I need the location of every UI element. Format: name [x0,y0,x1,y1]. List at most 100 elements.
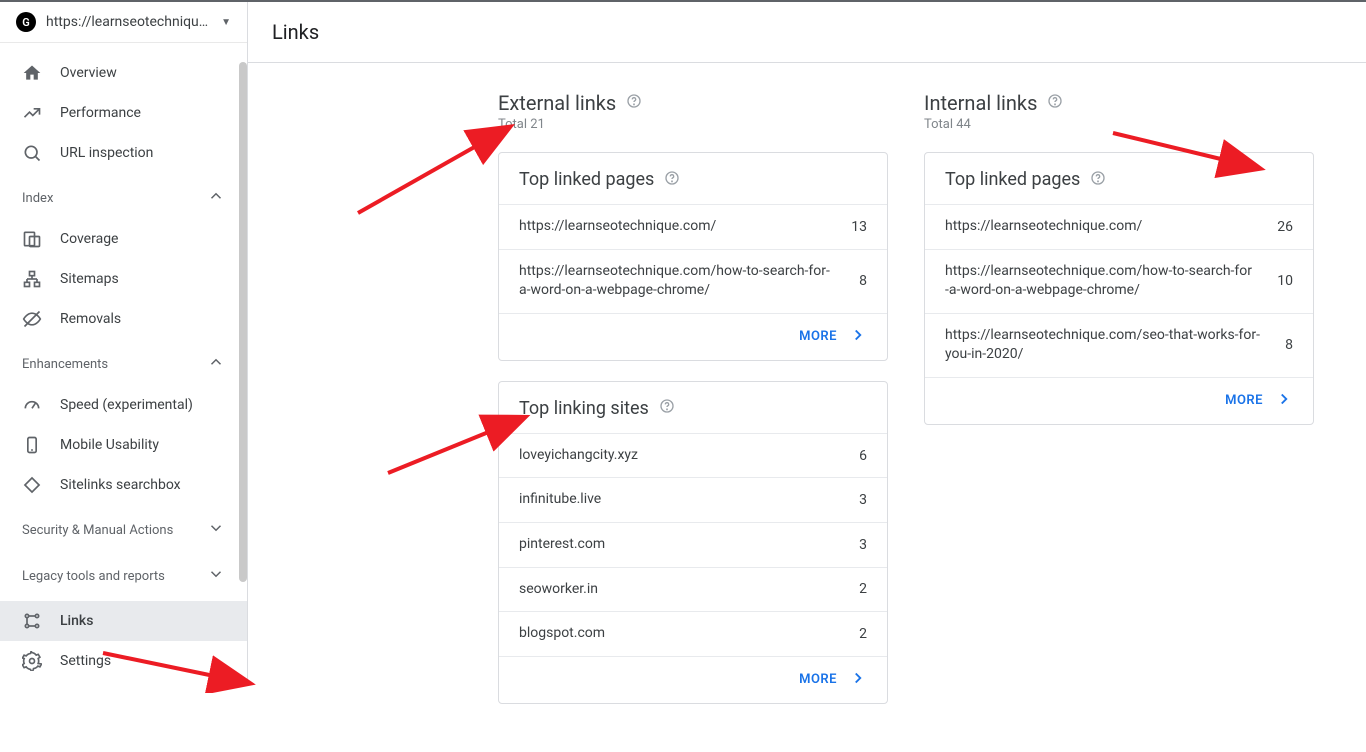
table-row[interactable]: https://learnseotechnique.com/how-to-sea… [925,249,1313,313]
url-cell: https://learnseotechnique.com/how-to-sea… [519,262,835,301]
main-area: Links External links Total 21 Top linked… [248,2,1366,681]
help-icon[interactable] [1047,93,1063,113]
table-row[interactable]: https://learnseotechnique.com/ 26 [925,204,1313,249]
sidebar-section-security[interactable]: Security & Manual Actions [0,505,247,551]
table-row[interactable]: blogspot.com 2 [499,611,887,656]
count-cell: 2 [859,581,867,597]
sitemap-icon [22,269,42,289]
section-label: Enhancements [22,357,108,372]
help-icon[interactable] [626,93,642,113]
site-cell: loveyichangcity.xyz [519,446,835,466]
card-title: Top linked pages [945,169,1080,190]
card-title: Top linking sites [519,398,649,419]
sidebar-item-links[interactable]: Links [0,601,247,641]
external-top-pages-card: Top linked pages https://learnseotechniq… [498,152,888,361]
page-title: Links [272,20,1360,44]
section-label: Legacy tools and reports [22,569,165,584]
property-favicon: G [16,12,36,32]
url-cell: https://learnseotechnique.com/ [945,217,1253,237]
sidebar-item-label: Speed (experimental) [60,397,193,413]
chevron-up-icon [207,187,225,209]
sidebar-item-label: Overview [60,65,117,81]
table-row[interactable]: infinitube.live 3 [499,477,887,522]
sidebar-item-overview[interactable]: Overview [0,53,247,93]
site-cell: blogspot.com [519,624,835,644]
gear-icon [22,651,42,671]
diamond-icon [22,475,42,495]
content: External links Total 21 Top linked pages… [248,63,1366,752]
sidebar-item-url-inspection[interactable]: URL inspection [0,133,247,173]
table-row[interactable]: seoworker.in 2 [499,567,887,612]
help-icon[interactable] [664,170,680,190]
gauge-icon [22,395,42,415]
chevron-right-icon [849,326,867,348]
sidebar-item-label: Removals [60,311,121,327]
internal-total: Total 44 [924,117,1314,132]
property-selector[interactable]: G https://learnseotechnique.co... ▼ [0,2,247,43]
trend-icon [22,103,42,123]
table-row[interactable]: https://learnseotechnique.com/how-to-sea… [499,249,887,313]
sidebar-item-sitelinks[interactable]: Sitelinks searchbox [0,465,247,505]
sidebar-item-mobile[interactable]: Mobile Usability [0,425,247,465]
sidebar-item-label: Settings [60,653,111,669]
external-links-title: External links [498,91,616,115]
sidebar-item-performance[interactable]: Performance [0,93,247,133]
external-top-sites-card: Top linking sites loveyichangcity.xyz 6 … [498,381,888,704]
sidebar-item-speed[interactable]: Speed (experimental) [0,385,247,425]
chevron-up-icon [207,353,225,375]
section-label: Security & Manual Actions [22,523,173,538]
sidebar-item-coverage[interactable]: Coverage [0,219,247,259]
url-cell: https://learnseotechnique.com/seo-that-w… [945,326,1261,365]
url-cell: https://learnseotechnique.com/ [519,217,827,237]
sidebar-section-enhancements[interactable]: Enhancements [0,339,247,385]
count-cell: 13 [851,219,867,235]
property-url: https://learnseotechnique.co... [46,14,213,30]
count-cell: 8 [1285,337,1293,353]
count-cell: 3 [859,537,867,553]
sidebar-item-label: Performance [60,105,141,121]
chevron-right-icon [849,669,867,691]
help-icon[interactable] [1090,170,1106,190]
table-row[interactable]: https://learnseotechnique.com/ 13 [499,204,887,249]
table-row[interactable]: loveyichangcity.xyz 6 [499,433,887,478]
chevron-down-icon [207,565,225,587]
sidebar: G https://learnseotechnique.co... ▼ Over… [0,2,248,681]
mobile-icon [22,435,42,455]
more-button[interactable]: MORE [499,656,887,703]
eye-off-icon [22,309,42,329]
table-row[interactable]: https://learnseotechnique.com/seo-that-w… [925,313,1313,377]
internal-links-title: Internal links [924,91,1037,115]
sidebar-item-label: Sitelinks searchbox [60,477,181,493]
sidebar-item-settings[interactable]: Settings [0,641,247,681]
table-row[interactable]: pinterest.com 3 [499,522,887,567]
sidebar-item-label: Sitemaps [60,271,119,287]
sidebar-item-label: Coverage [60,231,118,247]
chevron-right-icon [1275,390,1293,412]
count-cell: 2 [859,626,867,642]
help-icon[interactable] [659,398,675,418]
sidebar-item-label: Mobile Usability [60,437,159,453]
site-cell: seoworker.in [519,580,835,600]
sidebar-item-label: URL inspection [60,145,153,161]
section-label: Index [22,191,53,206]
sidebar-section-index[interactable]: Index [0,173,247,219]
sidebar-item-removals[interactable]: Removals [0,299,247,339]
url-cell: https://learnseotechnique.com/how-to-sea… [945,262,1253,301]
sidebar-section-legacy[interactable]: Legacy tools and reports [0,551,247,597]
count-cell: 26 [1277,219,1293,235]
count-cell: 10 [1277,273,1293,289]
page-header: Links [248,2,1366,63]
sidebar-item-label: Links [60,613,93,629]
sidebar-item-sitemaps[interactable]: Sitemaps [0,259,247,299]
internal-top-pages-card: Top linked pages https://learnseotechniq… [924,152,1314,425]
more-button[interactable]: MORE [925,377,1313,424]
internal-links-column: Internal links Total 44 Top linked pages… [924,91,1314,724]
more-label: MORE [799,672,837,687]
scrollbar-thumb[interactable] [239,62,247,582]
external-total: Total 21 [498,117,888,132]
external-links-column: External links Total 21 Top linked pages… [498,91,888,724]
search-icon [22,143,42,163]
caret-down-icon: ▼ [221,17,231,28]
card-title: Top linked pages [519,169,654,190]
more-button[interactable]: MORE [499,313,887,360]
